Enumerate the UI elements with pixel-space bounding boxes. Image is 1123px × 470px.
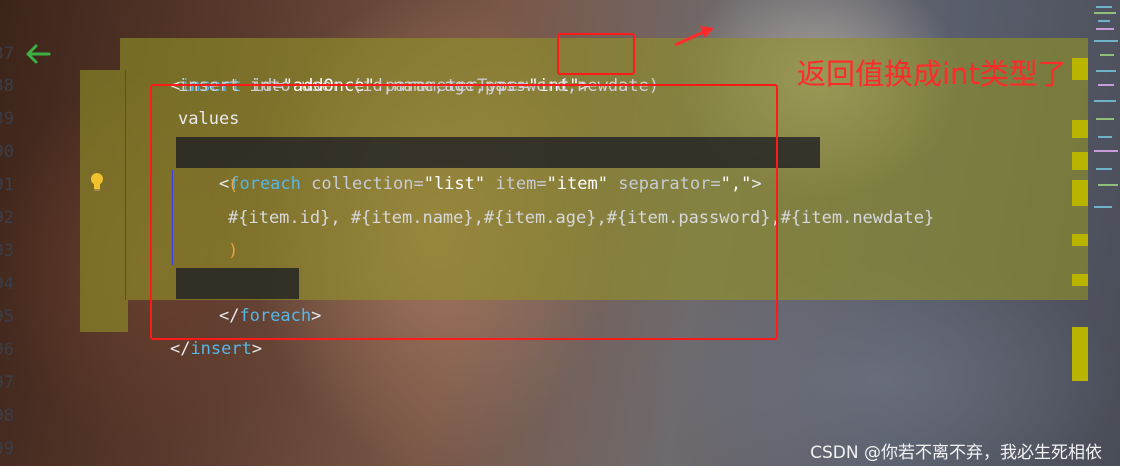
line-number: 94 (0, 274, 14, 294)
line-number: 93 (0, 241, 14, 261)
annotation-text: 返回值换成int类型了 (797, 57, 1067, 91)
change-marker[interactable] (1072, 234, 1088, 246)
watermark: CSDN @你若不离不弃，我必生死相依 (810, 443, 1102, 463)
code-editor[interactable]: 37 38 39 90 91 92 93 94 95 96 97 98 99 <… (0, 0, 1120, 466)
line-number: 96 (0, 340, 14, 360)
line-number: 91 (0, 175, 14, 195)
line-number: 99 (0, 439, 14, 459)
annotation-box-int (557, 33, 635, 75)
change-marker[interactable] (1072, 120, 1088, 138)
change-marker[interactable] (1072, 327, 1088, 381)
line-number: 92 (0, 208, 14, 228)
token: > (251, 339, 263, 359)
change-marker[interactable] (1072, 58, 1088, 80)
token: </ (169, 339, 191, 359)
tag-name: insert (190, 339, 252, 359)
minimap[interactable] (1092, 0, 1120, 230)
line-number: 38 (0, 76, 14, 96)
change-marker[interactable] (1072, 180, 1088, 206)
indent-guide (125, 70, 126, 300)
line-number: 90 (0, 142, 14, 162)
line-number: 95 (0, 307, 14, 327)
arrow-up-right-icon (672, 24, 718, 48)
arrow-left-icon[interactable] (22, 42, 52, 66)
code-line-insert-open[interactable]: <insert id="addOnce" parameterType="int"… (129, 38, 590, 96)
highlight-line-95 (80, 300, 128, 332)
line-number: 37 (0, 44, 14, 64)
line-number: 97 (0, 373, 14, 393)
line-number: 98 (0, 406, 14, 426)
line-number: 39 (0, 109, 14, 129)
change-marker[interactable] (1072, 152, 1088, 170)
change-marker[interactable] (1072, 274, 1088, 286)
annotation-box-block (150, 84, 778, 340)
lightbulb-icon[interactable] (89, 172, 105, 192)
